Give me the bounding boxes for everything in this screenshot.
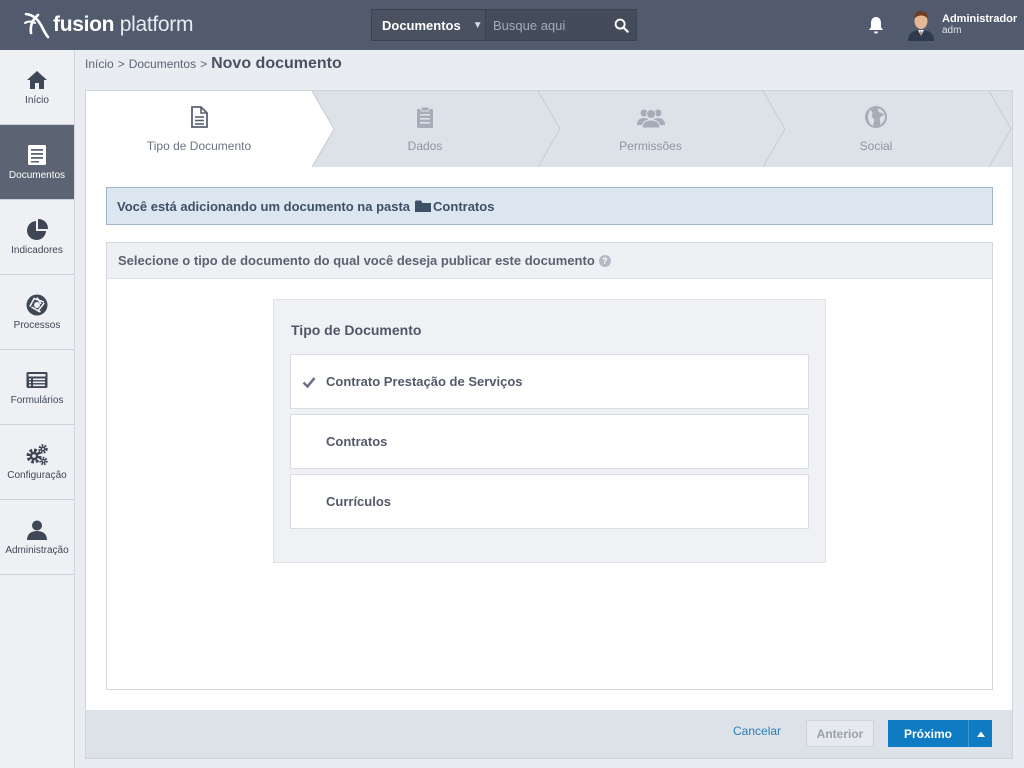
option-label: Currículos: [326, 494, 392, 509]
user-name: Administrador: [942, 13, 1018, 25]
caret-up-icon: [976, 731, 985, 737]
section-heading: Selecione o tipo de documento do qual vo…: [118, 253, 595, 268]
avatar[interactable]: [906, 9, 936, 41]
sidebar-item-configuracao[interactable]: Configuração: [0, 425, 74, 500]
folder-icon: [415, 200, 432, 212]
document-icon: [28, 145, 46, 165]
search-button[interactable]: [606, 10, 636, 40]
wizard-footer: Cancelar Anterior Próximo: [86, 710, 1012, 758]
wizard-step-permissoes[interactable]: Permissões: [538, 91, 763, 167]
brand-name: fusion platform: [53, 13, 194, 36]
users-icon: [636, 109, 665, 129]
section-header: Selecione o tipo de documento do qual vo…: [107, 243, 992, 279]
breadcrumb-separator: >: [200, 57, 208, 71]
document-type-card: Tipo de Documento Contrato Prestação de …: [273, 299, 826, 563]
search-scope-dropdown[interactable]: Documentos ▼: [372, 10, 486, 40]
top-bar: fusion platform Documentos ▼ Administrad…: [0, 0, 1024, 50]
wizard-step-label: Dados: [407, 139, 443, 153]
sidebar-item-label: Documentos: [8, 170, 66, 181]
user-icon: [27, 520, 47, 540]
user-login: adm: [942, 25, 962, 36]
globe-icon: [865, 106, 887, 128]
search-bar: Documentos ▼: [371, 9, 637, 41]
sidebar-item-label: Indicadores: [11, 245, 63, 256]
sidebar-item-formularios[interactable]: Formulários: [0, 350, 74, 425]
breadcrumb-home-link[interactable]: Início: [85, 57, 114, 71]
folder-info-banner: Você está adicionando um documento na pa…: [106, 187, 993, 225]
form-icon: [26, 372, 48, 388]
search-icon: [614, 18, 629, 33]
sidebar-item-documentos[interactable]: Documentos: [0, 125, 74, 200]
wizard-steps: Tipo de Documento Dados Permissões Socia…: [86, 91, 1012, 167]
previous-button[interactable]: Anterior: [806, 720, 874, 747]
app-logo[interactable]: fusion platform: [22, 10, 194, 40]
main-panel: Tipo de Documento Dados Permissões Socia…: [85, 90, 1013, 759]
wizard-step-tipo-documento[interactable]: Tipo de Documento: [86, 91, 312, 167]
help-icon[interactable]: ?: [598, 254, 611, 267]
user-info[interactable]: Administrador adm: [942, 13, 1017, 37]
next-button[interactable]: Próximo: [888, 720, 968, 747]
wizard-step-label: Permissões: [619, 139, 682, 153]
gears-icon: [26, 444, 48, 466]
clipboard-icon: [417, 106, 433, 128]
breadcrumb: Início > Documentos > Novo documento: [85, 55, 342, 73]
fusion-logo-icon: [24, 12, 50, 39]
folder-info-text: Você está adicionando um documento na pa…: [117, 198, 411, 214]
page-title: Novo documento: [211, 55, 342, 72]
document-type-title: Tipo de Documento: [291, 322, 422, 338]
folder-name: Contratos: [433, 198, 495, 214]
sidebar-item-indicadores[interactable]: Indicadores: [0, 200, 74, 275]
cancel-button[interactable]: Cancelar: [733, 724, 781, 738]
document-type-section: Selecione o tipo de documento do qual vo…: [106, 242, 993, 690]
check-icon: [302, 377, 316, 389]
caret-down-icon: ▼: [472, 19, 483, 31]
file-icon: [191, 106, 208, 128]
sidebar-item-label: Formulários: [10, 395, 64, 406]
aperture-icon: [26, 294, 48, 316]
wizard-step-label: Tipo de Documento: [146, 139, 252, 153]
wizard-step-dados[interactable]: Dados: [312, 91, 538, 167]
sidebar-item-processos[interactable]: Processos: [0, 275, 74, 350]
sidebar-item-label: Configuração: [7, 470, 67, 481]
breadcrumb-section-link[interactable]: Documentos: [129, 57, 196, 71]
sidebar-item-administracao[interactable]: Administração: [0, 500, 74, 575]
notification-bell-icon[interactable]: [866, 15, 886, 35]
next-options-button[interactable]: [968, 720, 992, 747]
pie-chart-icon: [27, 218, 49, 240]
search-scope-label: Documentos: [382, 17, 461, 33]
option-label: Contrato Prestação de Serviços: [326, 374, 523, 389]
sidebar-item-label: Início: [25, 95, 49, 106]
document-type-option[interactable]: Contrato Prestação de Serviços: [290, 354, 809, 409]
home-icon: [27, 71, 47, 89]
option-label: Contratos: [326, 434, 388, 449]
wizard-step-social[interactable]: Social: [763, 91, 989, 167]
wizard-step-label: Social: [859, 139, 893, 153]
search-input[interactable]: [486, 10, 606, 40]
breadcrumb-separator: >: [117, 57, 125, 71]
document-type-option[interactable]: Currículos: [290, 474, 809, 529]
sidebar: Início Documentos Indicadores Processos: [0, 50, 75, 768]
sidebar-item-label: Processos: [13, 320, 61, 331]
document-type-option[interactable]: Contratos: [290, 414, 809, 469]
sidebar-item-inicio[interactable]: Início: [0, 50, 74, 125]
sidebar-item-label: Administração: [5, 545, 69, 556]
